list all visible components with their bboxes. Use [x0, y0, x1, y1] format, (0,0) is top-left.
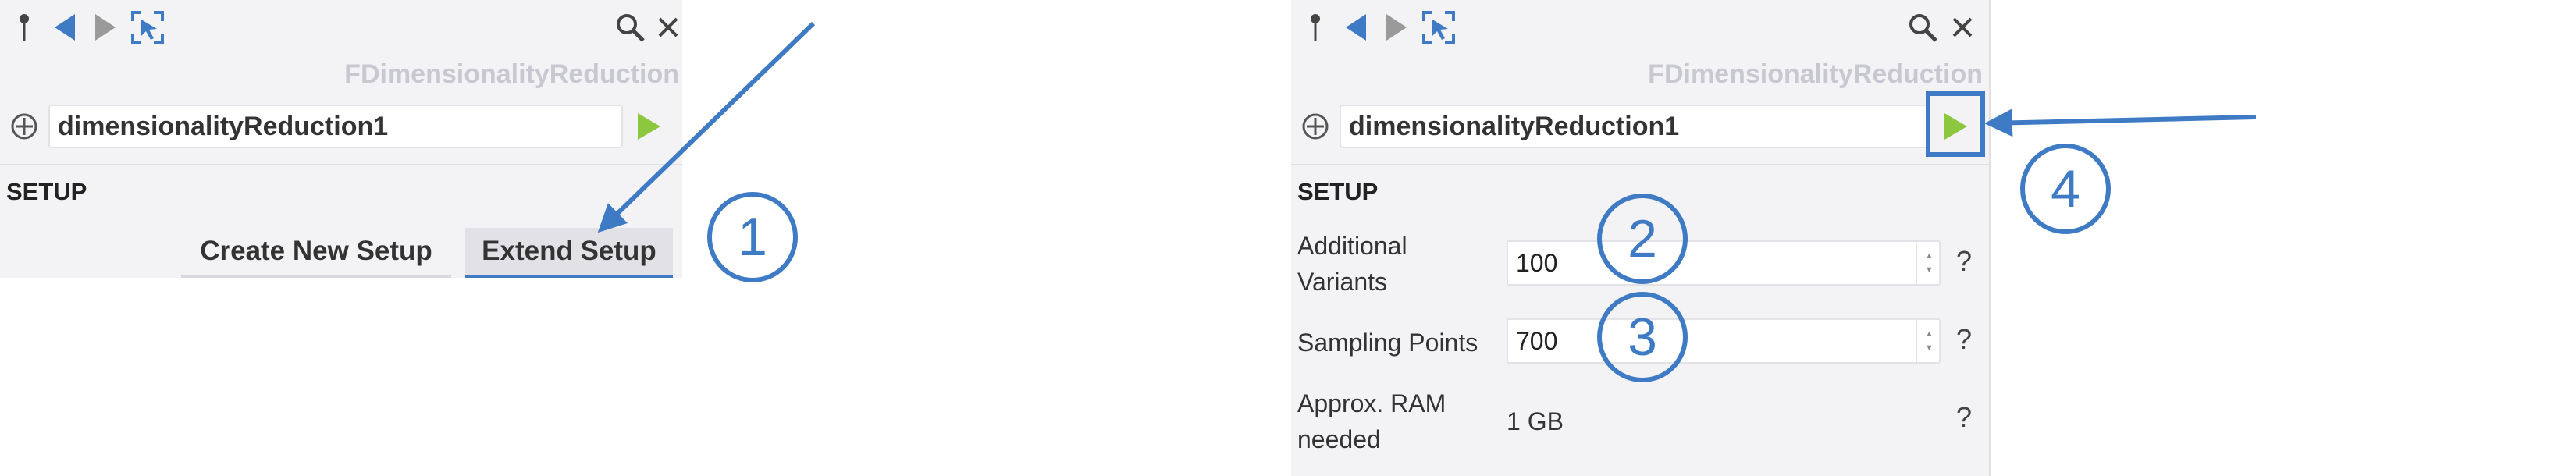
sampling-points-value: 700 — [1516, 327, 1558, 355]
system-name-label: FDimensionalityReduction — [344, 59, 679, 89]
back-arrow-icon[interactable] — [47, 9, 83, 45]
sampling-points-input[interactable]: 700 ▲ ▼ — [1507, 318, 1941, 364]
component-name-field[interactable]: dimensionalityReduction1 — [48, 105, 623, 148]
system-name-label: FDimensionalityReduction — [1648, 59, 1983, 89]
extend-setup-button[interactable]: Extend Setup — [465, 228, 673, 278]
select-target-icon[interactable] — [130, 9, 165, 45]
panel-divider — [0, 164, 682, 165]
additional-variants-help-icon[interactable]: ? — [1956, 245, 1972, 278]
additional-variants-label: Additional Variants — [1297, 228, 1407, 300]
back-arrow-icon[interactable] — [1338, 9, 1374, 45]
select-target-icon[interactable] — [1421, 9, 1457, 45]
ram-label: Approx. RAM needed — [1297, 385, 1446, 457]
forward-arrow-icon[interactable] — [1379, 9, 1414, 45]
additional-variants-stepper[interactable]: ▲ ▼ — [1916, 242, 1939, 284]
pin-icon[interactable] — [1297, 9, 1333, 45]
annotation-arrow-4 — [1984, 108, 2257, 137]
run-icon[interactable] — [631, 108, 667, 144]
close-icon[interactable] — [654, 9, 682, 45]
ram-label-line1: Approx. RAM — [1297, 389, 1446, 417]
callout-1: 1 — [707, 192, 798, 282]
setup-section-title: SETUP — [1297, 178, 1379, 205]
pin-icon[interactable] — [6, 9, 42, 45]
callout-3: 3 — [1597, 292, 1688, 382]
ram-label-line2: needed — [1297, 425, 1381, 453]
search-icon[interactable] — [612, 9, 648, 45]
component-name-field[interactable]: dimensionalityReduction1 — [1340, 105, 1930, 148]
setup-section-title: SETUP — [6, 178, 87, 205]
sampling-points-label: Sampling Points — [1297, 329, 1478, 357]
search-icon[interactable] — [1905, 9, 1941, 45]
panel-toolbar — [0, 9, 682, 45]
create-new-setup-button[interactable]: Create New Setup — [181, 228, 451, 278]
panel-divider — [1291, 164, 1989, 165]
run-icon[interactable] — [1937, 108, 1973, 144]
additional-variants-input[interactable]: 100 ▲ ▼ — [1507, 240, 1941, 286]
callout-2: 2 — [1597, 194, 1688, 284]
additional-variants-value: 100 — [1516, 249, 1558, 277]
sampling-points-help-icon[interactable]: ? — [1956, 323, 1972, 356]
additional-variants-label-line2: Variants — [1297, 268, 1388, 296]
ram-help-icon[interactable]: ? — [1956, 401, 1972, 434]
add-circle-icon[interactable] — [1297, 108, 1333, 144]
component-name-row: dimensionalityReduction1 — [0, 105, 682, 148]
ram-value: 1 GB — [1507, 407, 1564, 435]
additional-variants-label-line1: Additional — [1297, 232, 1407, 260]
callout-4: 4 — [2020, 144, 2111, 234]
close-icon[interactable] — [1947, 9, 1978, 45]
left-component-panel: FDimensionalityReduction dimensionalityR… — [0, 0, 682, 278]
add-circle-icon[interactable] — [6, 108, 42, 144]
component-name-row: dimensionalityReduction1 — [1291, 105, 1989, 148]
panel-toolbar — [1291, 9, 1989, 45]
forward-arrow-icon[interactable] — [87, 9, 123, 45]
sampling-points-stepper[interactable]: ▲ ▼ — [1916, 320, 1939, 362]
